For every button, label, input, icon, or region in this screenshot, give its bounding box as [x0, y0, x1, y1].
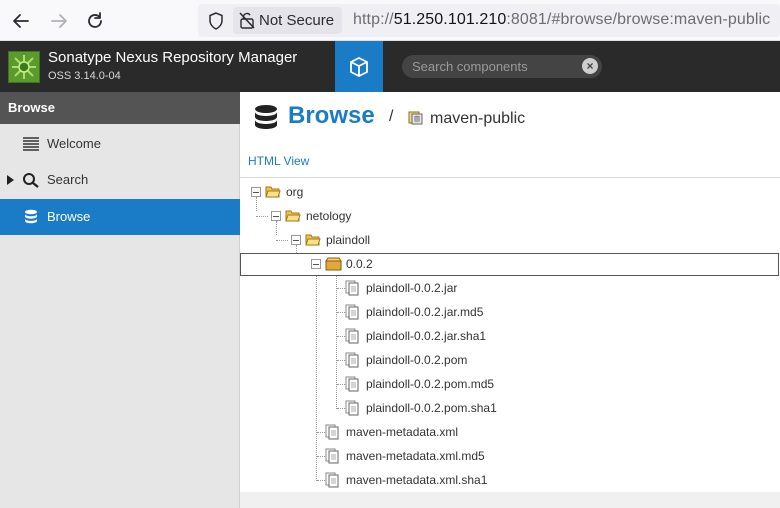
nexus-logo-icon[interactable] [8, 51, 40, 83]
file-icon [345, 328, 359, 344]
tree-guide [337, 360, 345, 361]
database-icon [25, 209, 37, 224]
url-scheme: http:// [353, 11, 394, 28]
tree-guide [337, 288, 345, 289]
tree-guide [256, 216, 268, 217]
divider [240, 177, 780, 178]
database-icon [255, 105, 277, 129]
tree-guide [317, 456, 325, 457]
not-secure-label: Not Secure [259, 12, 335, 29]
url-text[interactable]: http://51.250.101.210:8081/#browse/brows… [353, 11, 770, 29]
breadcrumb-separator: / [389, 108, 394, 125]
url-host: 51.250.101.210 [393, 11, 507, 28]
broken-lock-icon [239, 12, 255, 29]
tree-footer [240, 492, 780, 508]
collapse-toggle[interactable] [251, 187, 261, 197]
file-icon [345, 304, 359, 320]
tree-node-file[interactable]: maven-metadata.xml.sha1 [346, 470, 487, 490]
tree-node-netology[interactable]: netology [306, 206, 351, 226]
open-folder-icon [265, 186, 281, 198]
collapse-toggle[interactable] [311, 259, 321, 269]
sidebar-item-label: Search [47, 172, 89, 187]
file-icon [325, 472, 339, 488]
not-secure-indicator[interactable]: Not Secure [233, 7, 343, 34]
tree-node-file[interactable]: plaindoll-0.0.2.pom.md5 [366, 374, 494, 394]
collapse-toggle[interactable] [271, 211, 281, 221]
sidebar-item-search[interactable]: Search [0, 162, 240, 198]
list-icon [23, 137, 39, 151]
tree-node-file[interactable]: plaindoll-0.0.2.jar.md5 [366, 302, 483, 322]
file-icon [345, 352, 359, 368]
tree-guide [337, 336, 345, 337]
sidebar-heading: Browse [0, 92, 240, 124]
html-view-link[interactable]: HTML View [248, 154, 309, 168]
file-icon [345, 400, 359, 416]
tree-guide [317, 432, 325, 433]
tree-node-plaindoll[interactable]: plaindoll [326, 230, 370, 250]
sidebar-item-label: Welcome [47, 136, 101, 151]
open-folder-icon [285, 210, 301, 222]
tree-guide [316, 269, 317, 481]
forward-icon[interactable] [46, 8, 72, 34]
search-icon [23, 173, 39, 188]
tree-node-file[interactable]: maven-metadata.xml [346, 422, 458, 442]
tree-node-file[interactable]: plaindoll-0.0.2.pom.sha1 [366, 398, 497, 418]
breadcrumb-repository: maven-public [430, 110, 526, 127]
tree-guide [256, 197, 257, 211]
main-panel [240, 92, 780, 508]
component-package-icon [325, 257, 342, 271]
file-icon [345, 280, 359, 296]
url-path: :8081/#browse/browse:maven-public [506, 11, 771, 28]
file-icon [325, 424, 339, 440]
tree-node-file[interactable]: plaindoll-0.0.2.jar.sha1 [366, 326, 486, 346]
tracking-shield-icon[interactable] [205, 10, 227, 32]
clear-search-icon[interactable]: × [582, 58, 598, 74]
file-icon [345, 376, 359, 392]
tree-node-file[interactable]: plaindoll-0.0.2.pom [366, 350, 467, 370]
back-icon[interactable] [8, 8, 34, 34]
app-version: OSS 3.14.0-04 [48, 70, 121, 82]
search-placeholder: Search components [412, 59, 528, 74]
sidebar-item-browse[interactable]: Browse [0, 199, 240, 235]
tree-guide [336, 270, 337, 409]
tree-guide [317, 480, 325, 481]
sidebar-item-label: Browse [47, 209, 91, 224]
tree-guide [337, 384, 345, 385]
tree-node-file[interactable]: maven-metadata.xml.md5 [346, 446, 485, 466]
tree-guide [337, 312, 345, 313]
browse-mode-button[interactable] [335, 41, 383, 92]
repository-group-icon [408, 111, 423, 125]
tree-node-file[interactable]: plaindoll-0.0.2.jar [366, 278, 457, 298]
page-title[interactable]: Browse [288, 102, 375, 130]
tree-guide [337, 408, 345, 409]
collapse-toggle[interactable] [291, 235, 301, 245]
tree-guide [276, 221, 277, 235]
tree-guide [276, 240, 288, 241]
app-title: Sonatype Nexus Repository Manager [48, 49, 298, 66]
tree-node-org[interactable]: org [286, 182, 303, 202]
tree-node-version[interactable]: 0.0.2 [346, 254, 373, 274]
open-folder-icon [305, 234, 321, 246]
reload-icon[interactable] [82, 8, 108, 34]
file-icon [325, 448, 339, 464]
cube-icon [350, 56, 368, 77]
expand-arrow-icon[interactable] [7, 175, 14, 185]
sidebar-item-welcome[interactable]: Welcome [0, 126, 240, 162]
